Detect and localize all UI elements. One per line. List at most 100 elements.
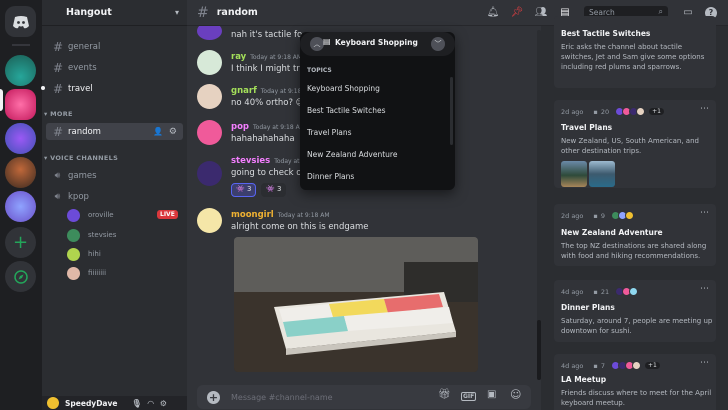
category-more[interactable]: ▾ MORE xyxy=(44,110,73,118)
avatar xyxy=(67,266,80,280)
explore-servers-button[interactable] xyxy=(5,261,36,292)
thread-card[interactable]: 4d ago ▪ 7 +1 ⋯ LA Meetup Friends discuss w… xyxy=(554,354,716,410)
server-name: Hangout xyxy=(66,7,112,18)
channel-random[interactable]: # random 👤 ⚙ xyxy=(46,123,183,140)
voice-user[interactable]: hihi xyxy=(67,246,101,262)
message-author[interactable]: moongirl Today at 9:18 AM xyxy=(231,210,330,220)
invite-icon[interactable]: 👤 xyxy=(153,127,163,136)
topics-heading: TOPICS xyxy=(307,67,332,74)
participant-avatars xyxy=(610,361,641,370)
topic-item[interactable]: Travel Plans xyxy=(307,128,352,137)
message-input[interactable]: Message #channel-name xyxy=(231,393,333,402)
more-options-icon[interactable]: ⋯ xyxy=(700,358,709,368)
gear-icon[interactable]: ⚙ xyxy=(169,127,177,137)
message-text: I think I might try xyxy=(231,64,305,74)
message-timestamp: Today at 9:18 AM xyxy=(250,54,303,61)
discord-logo-icon xyxy=(12,15,29,28)
reaction-button[interactable]: 👾 3 xyxy=(231,183,257,197)
more-options-icon[interactable]: ⋯ xyxy=(700,208,709,218)
bell-icon[interactable]: 🔔︎ xyxy=(486,6,500,20)
sticker-icon[interactable]: ▣ xyxy=(487,389,496,400)
home-button[interactable] xyxy=(5,6,36,37)
reaction-button[interactable]: 👾 3 xyxy=(261,183,287,197)
server-icon-4[interactable] xyxy=(5,157,36,188)
topic-item[interactable]: Best Tactile Switches xyxy=(307,106,385,115)
participant-avatars xyxy=(615,107,646,116)
server-icon-5[interactable] xyxy=(5,191,36,222)
emoji-icon[interactable]: ☺ xyxy=(510,388,521,401)
hash-icon: # xyxy=(53,124,64,139)
avatar[interactable] xyxy=(197,208,222,233)
avatar[interactable] xyxy=(197,161,222,186)
channel-travel[interactable]: # travel xyxy=(46,80,183,97)
gif-icon[interactable]: GIF xyxy=(461,392,477,401)
thread-description: Friends discuss where to meet for the Ap… xyxy=(561,389,712,407)
members-icon[interactable]: 👥︎ xyxy=(534,6,548,20)
thread-description: Saturday, around 7, people are meeting u… xyxy=(561,317,713,335)
thread-card[interactable]: 2d ago ▪ 9 ⋯ New Zealand Adventure The top… xyxy=(554,204,716,266)
server-divider xyxy=(12,44,30,46)
participant-avatars xyxy=(610,211,634,220)
message-author[interactable]: pop Today at 9:18 AM xyxy=(231,122,305,132)
thread-thumbnail[interactable] xyxy=(589,161,615,187)
message-text: no 40% ortho? 😉 xyxy=(231,98,305,108)
chevron-down-icon: ▾ xyxy=(174,8,179,17)
topic-dropdown: ︿ ▤ Keyboard Shopping ﹀ TOPICS Keyboard … xyxy=(300,32,455,190)
gear-icon[interactable]: ⚙ xyxy=(160,399,167,408)
headphones-icon[interactable]: ◠ xyxy=(148,399,154,408)
thread-description: New Zealand, US, South American, and oth… xyxy=(561,137,699,155)
attach-button[interactable]: + xyxy=(207,390,220,404)
speaker-icon: 🔊︎ xyxy=(54,170,61,181)
chevron-up-icon[interactable]: ︿ xyxy=(310,37,324,51)
microphone-icon[interactable]: 🎙︎ xyxy=(131,399,141,408)
more-options-icon[interactable]: ⋯ xyxy=(700,284,709,294)
more-options-icon[interactable]: ⋯ xyxy=(700,104,709,114)
thread-card[interactable]: 4d ago ▪ 21 ⋯ Dinner Plans Saturday, aroun… xyxy=(554,280,716,342)
voice-user[interactable]: oroville xyxy=(67,207,114,223)
voice-user[interactable]: stevsies xyxy=(67,227,116,243)
dropdown-scrollbar[interactable] xyxy=(450,77,453,145)
message-text: alright come on this is endgame xyxy=(231,222,369,232)
thread-description: Eric asks the channel about tactile swit… xyxy=(561,43,705,71)
channel-events[interactable]: # events xyxy=(46,59,183,76)
thread-thumbnail[interactable] xyxy=(561,161,587,187)
voice-user[interactable]: fiiiiiiii xyxy=(67,265,106,281)
channel-sidebar: Hangout ▾ # general # events # travel ▾ MOR… xyxy=(41,0,187,410)
avatar[interactable] xyxy=(197,50,222,75)
active-server-indicator xyxy=(0,89,3,111)
avatar[interactable] xyxy=(197,84,222,109)
add-server-button[interactable]: + xyxy=(5,227,36,258)
avatar[interactable] xyxy=(47,397,59,409)
chat-bubble-icon: ▪ xyxy=(593,107,598,116)
keyboard-photo[interactable] xyxy=(234,237,478,372)
category-voice-channels[interactable]: ▾ VOICE CHANNELS xyxy=(44,154,118,162)
thread-card[interactable]: 2d ago ▪ 20 +1 ⋯ Travel Plans New Zealand, … xyxy=(554,100,716,188)
thread-description: The top NZ destinations are shared along… xyxy=(561,242,707,260)
gift-icon[interactable]: 🎁︎ xyxy=(438,389,451,400)
topic-item[interactable]: Keyboard Shopping xyxy=(307,84,380,93)
threads-panel: Best Tactile Switches Eric asks the chan… xyxy=(541,16,728,410)
voice-channel-games[interactable]: 🔊︎ games xyxy=(46,167,183,184)
channel-general[interactable]: # general xyxy=(46,38,183,55)
server-icon-3[interactable] xyxy=(5,123,36,154)
topic-item[interactable]: New Zealand Adventure xyxy=(307,150,397,159)
thread-title: Best Tactile Switches xyxy=(561,29,651,38)
server-rail: + xyxy=(0,0,42,410)
topic-item[interactable]: Dinner Plans xyxy=(307,172,354,181)
thread-card[interactable]: Best Tactile Switches Eric asks the chan… xyxy=(554,16,716,88)
server-header[interactable]: Hangout ▾ xyxy=(42,0,187,26)
hash-icon: # xyxy=(197,4,209,21)
message-author[interactable]: ray Today at 9:18 AM xyxy=(231,52,302,62)
chevron-down-icon[interactable]: ﹀ xyxy=(431,37,445,51)
message-text: nah it's tactile fo xyxy=(231,30,303,40)
compass-icon xyxy=(13,269,28,284)
message-text: going to check ou xyxy=(231,168,307,178)
speaker-icon: 🔊︎ xyxy=(54,191,61,202)
pin-icon[interactable]: 📌︎ xyxy=(510,6,524,20)
voice-channel-kpop[interactable]: 🔊︎ kpop xyxy=(46,188,183,205)
server-icon-1[interactable] xyxy=(5,55,36,86)
server-icon-hangout[interactable] xyxy=(5,89,36,120)
threads-icon: ▤ xyxy=(323,37,331,46)
avatar[interactable] xyxy=(197,120,222,145)
chat-bubble-icon: ▪ xyxy=(593,287,598,296)
